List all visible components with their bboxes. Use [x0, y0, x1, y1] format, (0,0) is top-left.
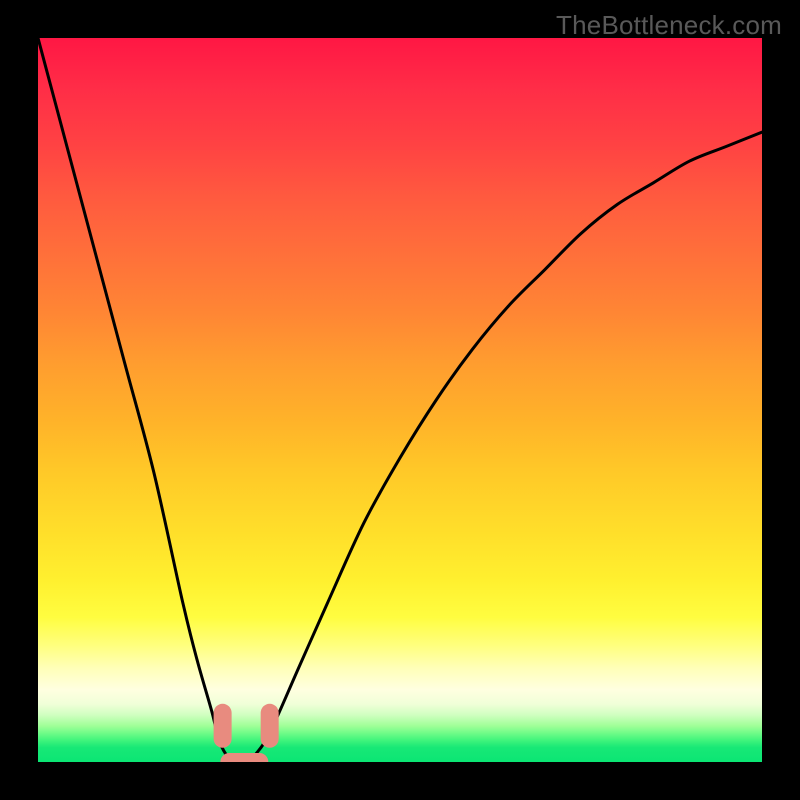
marker-left	[214, 704, 232, 748]
plot-area	[38, 38, 762, 762]
annotation-markers	[214, 704, 279, 762]
curve-layer	[38, 38, 762, 762]
marker-bottom	[220, 753, 268, 762]
watermark-text: TheBottleneck.com	[556, 10, 782, 41]
bottleneck-curve	[38, 38, 762, 762]
chart-frame: TheBottleneck.com	[0, 0, 800, 800]
marker-right	[261, 704, 279, 748]
